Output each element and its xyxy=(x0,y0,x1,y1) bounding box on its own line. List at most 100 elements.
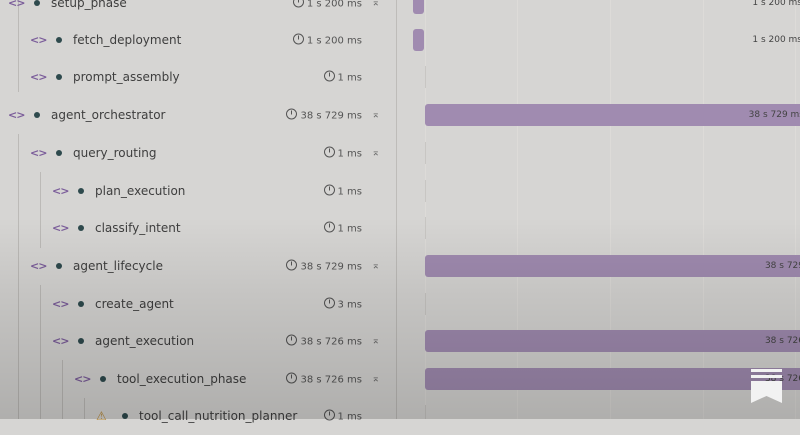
span-bar[interactable] xyxy=(425,368,800,390)
span-bar-label: 38 s 729 xyxy=(764,261,800,271)
span-duration: 38 s 729 ms xyxy=(286,259,362,273)
span-duration: 38 s 726 ms xyxy=(286,372,362,386)
clock-icon xyxy=(323,184,335,196)
span-row[interactable]: <> tool_execution_phase 38 s 726 ms ⌅ xyxy=(0,360,396,398)
span-tick[interactable] xyxy=(425,217,426,239)
clock-icon xyxy=(286,372,298,384)
span-row[interactable]: ⚠ tool_call_nutrition_planner 1 ms xyxy=(0,397,396,435)
collapse-icon[interactable]: ⌅ xyxy=(372,110,380,121)
span-bar[interactable] xyxy=(425,330,800,352)
span-duration: 38 s 729 ms xyxy=(286,108,362,122)
span-bar-label: 38 s 729 ms xyxy=(748,110,800,120)
span-bar-label: 1 s 200 ms xyxy=(752,35,800,45)
clock-icon xyxy=(292,33,304,45)
span-duration: 1 ms xyxy=(323,409,362,423)
span-row[interactable]: <> plan_execution 1 ms xyxy=(0,172,396,210)
span-bar-label: 1 s 200 ms xyxy=(752,0,800,8)
span-tick[interactable] xyxy=(425,293,426,315)
status-dot-icon xyxy=(78,301,84,307)
status-dot-icon xyxy=(56,74,62,80)
status-dot-icon xyxy=(56,37,62,43)
span-name: create_agent xyxy=(95,297,174,311)
code-brackets-icon: <> xyxy=(74,372,91,386)
collapse-icon[interactable]: ⌅ xyxy=(372,261,380,272)
clock-icon xyxy=(323,146,335,158)
clock-icon xyxy=(323,221,335,233)
timeline-row: 1 s 200 ms xyxy=(397,21,800,59)
span-name: classify_intent xyxy=(95,221,181,235)
timeline-row xyxy=(397,134,800,172)
span-name: query_routing xyxy=(73,146,157,160)
code-brackets-icon: <> xyxy=(30,259,47,273)
span-name: setup_phase xyxy=(51,0,127,10)
span-row[interactable]: <> create_agent 3 ms xyxy=(0,285,396,323)
span-bar[interactable] xyxy=(425,104,800,126)
collapse-icon[interactable]: ⌅ xyxy=(372,148,380,159)
clock-icon xyxy=(323,297,335,309)
span-bar[interactable] xyxy=(413,29,424,51)
collapse-icon[interactable]: ⌅ xyxy=(372,0,380,9)
code-brackets-icon: <> xyxy=(8,108,25,122)
clock-icon xyxy=(286,259,298,271)
code-brackets-icon: <> xyxy=(52,184,69,198)
clock-icon xyxy=(292,0,304,8)
span-row[interactable]: <> agent_lifecycle 38 s 729 ms ⌅ xyxy=(0,247,396,285)
timeline-row xyxy=(397,285,800,323)
span-duration: 38 s 726 ms xyxy=(286,334,362,348)
span-row[interactable]: <> agent_execution 38 s 726 ms ⌅ xyxy=(0,322,396,360)
status-dot-icon xyxy=(78,188,84,194)
timeline-row: 38 s 726 xyxy=(397,360,800,398)
code-brackets-icon: <> xyxy=(52,297,69,311)
span-duration: 1 ms xyxy=(323,70,362,84)
timeline-panel: 1 s 200 ms 1 s 200 ms 38 s 729 ms 38 s 7… xyxy=(397,0,800,419)
status-dot-icon xyxy=(56,263,62,269)
status-dot-icon xyxy=(56,150,62,156)
collapse-icon[interactable]: ⌅ xyxy=(372,374,380,385)
timeline-row xyxy=(397,397,800,419)
code-brackets-icon: <> xyxy=(8,0,25,10)
code-brackets-icon: <> xyxy=(30,70,47,84)
span-row[interactable]: <> classify_intent 1 ms xyxy=(0,209,396,247)
span-row[interactable]: <> fetch_deployment 1 s 200 ms xyxy=(0,21,396,59)
clock-icon xyxy=(286,108,298,120)
status-dot-icon xyxy=(122,413,128,419)
span-duration: 1 ms xyxy=(323,146,362,160)
span-row[interactable]: <> query_routing 1 ms ⌅ xyxy=(0,134,396,172)
collapse-icon[interactable]: ⌅ xyxy=(372,336,380,347)
span-bar[interactable] xyxy=(413,0,424,14)
status-dot-icon xyxy=(34,112,40,118)
span-row[interactable]: <> setup_phase 1 s 200 ms ⌅ xyxy=(0,0,396,22)
bookmark-logo-icon xyxy=(751,369,782,403)
span-tick[interactable] xyxy=(425,405,426,419)
code-brackets-icon: <> xyxy=(52,334,69,348)
clock-icon xyxy=(323,70,335,82)
span-tick[interactable] xyxy=(425,180,426,202)
span-name: agent_orchestrator xyxy=(51,108,166,122)
span-duration: 1 ms xyxy=(323,184,362,198)
span-duration: 1 ms xyxy=(323,221,362,235)
span-name: agent_lifecycle xyxy=(73,259,163,273)
timeline-row: 38 s 729 xyxy=(397,247,800,285)
span-tree-panel: <> setup_phase 1 s 200 ms ⌅ <> fetch_dep… xyxy=(0,0,396,423)
code-brackets-icon: <> xyxy=(30,146,47,160)
clock-icon xyxy=(286,334,298,346)
timeline-row xyxy=(397,58,800,96)
status-dot-icon xyxy=(78,225,84,231)
warning-icon: ⚠ xyxy=(96,409,107,423)
timeline-row: 38 s 729 ms xyxy=(397,96,800,134)
timeline-row xyxy=(397,172,800,210)
status-dot-icon xyxy=(34,0,40,6)
span-tick[interactable] xyxy=(425,142,426,164)
span-duration: 1 s 200 ms xyxy=(292,0,362,10)
timeline-row: 38 s 726 xyxy=(397,322,800,360)
status-dot-icon xyxy=(78,338,84,344)
span-tick[interactable] xyxy=(425,66,426,88)
status-dot-icon xyxy=(100,376,106,382)
span-bar-label: 38 s 726 xyxy=(764,336,800,346)
span-bar[interactable] xyxy=(425,255,800,277)
span-row[interactable]: <> agent_orchestrator 38 s 729 ms ⌅ xyxy=(0,96,396,134)
span-name: tool_call_nutrition_planner xyxy=(139,409,298,423)
span-name: plan_execution xyxy=(95,184,186,198)
span-row[interactable]: <> prompt_assembly 1 ms xyxy=(0,58,396,96)
timeline-row xyxy=(397,209,800,247)
